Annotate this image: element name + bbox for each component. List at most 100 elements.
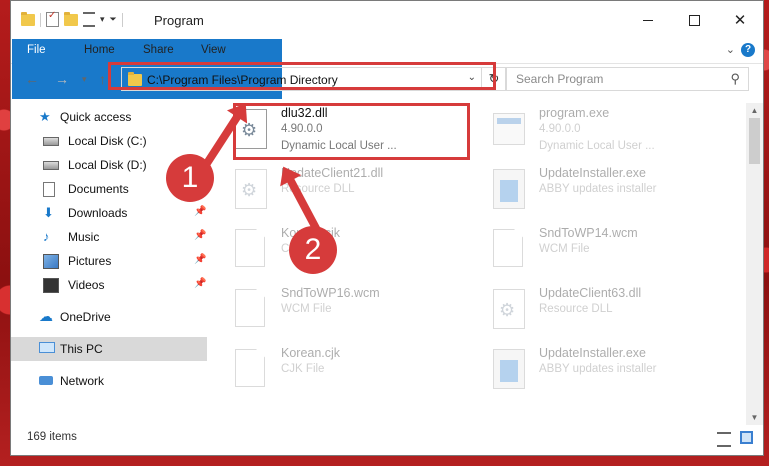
star-icon: ★ [39, 109, 51, 124]
file-name: Korean.cjk [281, 346, 341, 360]
file-item-sndtowp14-wcm[interactable]: SndToWP14.wcm WCM File [487, 223, 727, 283]
tab-home[interactable]: Home [74, 39, 125, 63]
file-item-korean-cjk-2[interactable]: Korean.cjk CJK File [229, 343, 469, 403]
scrollbar-thumb[interactable] [749, 118, 760, 164]
pin-icon[interactable]: 📌 [194, 254, 206, 265]
window-controls: ✕ [625, 1, 763, 39]
toolbar-divider [121, 12, 123, 27]
file-description: Dynamic Local User ... [539, 140, 655, 152]
step-badge-2: 2 [289, 226, 337, 274]
sidebar-item-label: Local Disk (C:) [68, 134, 147, 148]
downloads-icon: ⬇ [43, 205, 54, 220]
sidebar-item-network[interactable]: Network [11, 369, 207, 393]
tab-share[interactable]: Share [133, 39, 184, 63]
dll-file-icon [493, 289, 525, 329]
installer-icon [493, 349, 525, 389]
file-name: SndToWP14.wcm [539, 226, 638, 240]
maximize-button[interactable] [671, 1, 717, 39]
file-item-updateinstaller-exe-2[interactable]: UpdateInstaller.exe ABBY updates install… [487, 343, 727, 403]
sidebar-item-label: Local Disk (D:) [68, 158, 147, 172]
file-name: UpdateClient63.dll [539, 286, 642, 300]
sidebar-item-label: Documents [68, 182, 129, 196]
disk-icon [43, 161, 59, 170]
folder-icon[interactable] [21, 11, 35, 26]
sidebar-item-videos[interactable]: Videos 📌 [11, 273, 207, 297]
sidebar-item-label: Network [60, 374, 105, 388]
search-input[interactable] [514, 71, 718, 87]
file-type: WCM File [539, 243, 590, 255]
view-list-icon[interactable] [83, 12, 95, 27]
window-title: Program [154, 13, 204, 28]
quick-access-toolbar: ▾ ⏷ [21, 10, 123, 27]
document-icon [493, 229, 523, 267]
close-button[interactable]: ✕ [717, 1, 763, 39]
ribbon-tabs: File Home Share View ⌄ ? [11, 39, 763, 99]
file-type: CJK File [281, 363, 325, 375]
onedrive-icon: ☁ [39, 308, 53, 324]
sidebar-item-onedrive[interactable]: ☁ OneDrive [11, 305, 207, 329]
file-name: UpdateInstaller.exe [539, 166, 647, 180]
file-type: ABBY updates installer [539, 363, 657, 375]
file-item-updateinstaller-exe[interactable]: UpdateInstaller.exe ABBY updates install… [487, 163, 727, 223]
exe-file-icon [493, 113, 525, 145]
document-icon [235, 229, 265, 267]
status-bar: 169 items [11, 429, 763, 455]
sidebar-item-pictures[interactable]: Pictures 📌 [11, 249, 207, 273]
customize-toolbar-icon[interactable]: ⏷ [110, 14, 117, 25]
file-type: ABBY updates installer [539, 183, 657, 195]
sidebar-item-this-pc[interactable]: This PC [11, 337, 207, 361]
sidebar-item-quick-access[interactable]: ★ Quick access [11, 105, 207, 129]
toolbar-divider [40, 12, 41, 27]
large-icons-view-icon[interactable] [740, 431, 753, 444]
help-icon[interactable]: ? [741, 43, 755, 57]
sidebar-item-label: Downloads [68, 206, 128, 220]
tab-view[interactable]: View [191, 39, 236, 63]
this-pc-icon [39, 342, 55, 353]
file-item-program-exe[interactable]: program.exe 4.90.0.0 Dynamic Local User … [487, 103, 727, 163]
recent-locations-icon[interactable]: ▾ [82, 74, 87, 85]
sidebar-item-label: This PC [60, 342, 103, 356]
file-item-sndtowp16-wcm[interactable]: SndToWP16.wcm WCM File [229, 283, 469, 343]
music-icon: ♪ [43, 229, 50, 244]
file-name: program.exe [539, 106, 610, 120]
vertical-scrollbar[interactable]: ▲ ▼ [746, 103, 763, 425]
address-bar-highlight [108, 62, 496, 90]
sidebar-item-label: OneDrive [60, 310, 111, 324]
pin-icon[interactable]: 📌 [194, 278, 206, 289]
file-item-updateclient21-dll[interactable]: UpdateClient21.dll Resource DLL [229, 163, 469, 223]
file-name: UpdateInstaller.exe [539, 346, 647, 360]
close-icon: ✕ [733, 12, 747, 29]
back-icon[interactable]: ← [25, 71, 39, 87]
document-icon [235, 349, 265, 387]
sidebar-item-local-disk-c[interactable]: Local Disk (C:) [11, 129, 207, 153]
expand-ribbon-icon[interactable]: ⌄ [726, 43, 735, 56]
sidebar-item-label: Pictures [68, 254, 112, 268]
pin-icon[interactable]: 📌 [194, 206, 206, 217]
search-icon[interactable]: ⚲ [730, 71, 740, 87]
scroll-up-icon[interactable]: ▲ [746, 106, 763, 115]
pin-icon[interactable]: 📌 [194, 230, 206, 241]
file-item-korean-cjk[interactable]: Korean.cjk CJK File [229, 223, 469, 283]
chevron-down-icon[interactable]: ▾ [100, 14, 105, 25]
scroll-down-icon[interactable]: ▼ [746, 413, 763, 422]
sidebar-item-downloads[interactable]: ⬇ Downloads 📌 [11, 201, 207, 225]
search-box[interactable]: ⚲ [505, 67, 749, 91]
minimize-icon [643, 19, 653, 21]
sidebar-item-music[interactable]: ♪ Music 📌 [11, 225, 207, 249]
dll-file-icon [235, 169, 267, 209]
item-count: 169 items [27, 431, 77, 443]
file-name: SndToWP16.wcm [281, 286, 380, 300]
new-folder-icon[interactable] [64, 11, 78, 26]
details-view-icon[interactable] [717, 432, 731, 447]
up-icon[interactable]: ↑ [99, 71, 106, 87]
file-version: 4.90.0.0 [539, 123, 581, 135]
file-item-updateclient63-dll[interactable]: UpdateClient63.dll Resource DLL [487, 283, 727, 343]
disk-icon [43, 137, 59, 146]
forward-icon[interactable]: → [55, 71, 69, 87]
properties-icon[interactable] [46, 10, 59, 27]
minimize-button[interactable] [625, 1, 671, 39]
pictures-icon [43, 254, 59, 269]
sidebar-item-label: Quick access [60, 110, 132, 124]
sidebar-item-label: Music [68, 230, 100, 244]
videos-icon [43, 278, 59, 293]
